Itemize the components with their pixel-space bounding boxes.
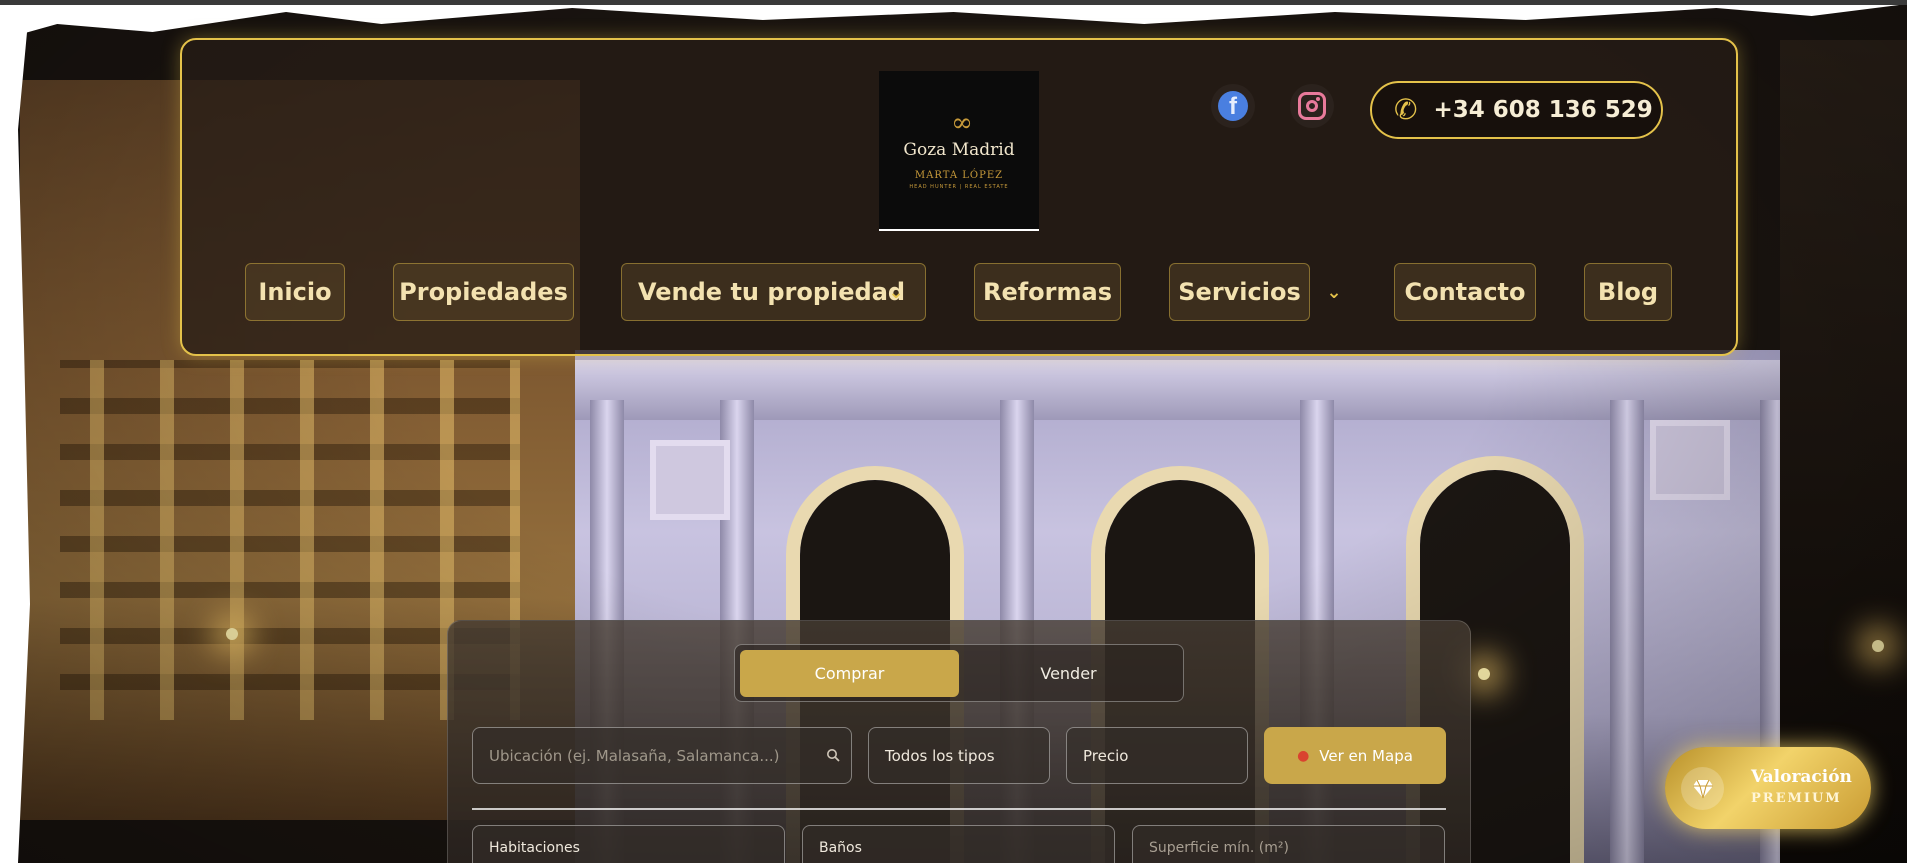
facebook-link[interactable]: f <box>1211 84 1255 128</box>
logo-title: Goza Madrid <box>903 140 1015 160</box>
logo-infinity-symbol: ∞ <box>951 108 973 138</box>
tab-vender[interactable]: Vender <box>959 650 1178 697</box>
property-type-select[interactable]: Todos los tipos <box>868 727 1050 784</box>
rooms-select[interactable]: Habitaciones <box>472 825 785 863</box>
logo-tagline: HEAD HUNTER | REAL ESTATE <box>909 184 1009 190</box>
search-icon <box>827 749 840 762</box>
phone-button[interactable]: ✆ +34 608 136 529 <box>1370 81 1663 139</box>
instagram-icon <box>1298 92 1326 120</box>
nav-reformas[interactable]: Reformas <box>974 263 1121 321</box>
chevron-down-icon[interactable]: ⌄ <box>1324 282 1344 303</box>
min-area-input[interactable]: Superficie mín. (m²) <box>1132 825 1445 863</box>
facebook-icon: f <box>1218 91 1248 121</box>
search-divider <box>472 808 1446 810</box>
premium-valuation-button[interactable]: Valoración PREMIUM <box>1665 747 1871 829</box>
baths-select[interactable]: Baños <box>802 825 1115 863</box>
phone-icon: ✆ <box>1394 93 1418 126</box>
nav-servicios[interactable]: Servicios <box>1169 263 1310 321</box>
location-search-input[interactable]: Ubicación (ej. Malasaña, Salamanca...) <box>472 727 852 784</box>
logo-subtitle: MARTA LÓPEZ <box>914 170 1004 181</box>
premium-subtitle: PREMIUM <box>1751 791 1842 806</box>
nav-vende-tu-propiedad[interactable]: Vende tu propiedad <box>621 263 926 321</box>
view-map-button[interactable]: ● Ver en Mapa <box>1264 727 1446 784</box>
premium-title: Valoración <box>1751 767 1852 787</box>
instagram-link[interactable] <box>1290 84 1334 128</box>
phone-number: +34 608 136 529 <box>1433 97 1653 123</box>
tab-comprar[interactable]: Comprar <box>740 650 959 697</box>
diamond-icon <box>1681 767 1724 810</box>
nav-vende-label: Vende tu propiedad <box>638 278 906 306</box>
nav-contacto[interactable]: Contacto <box>1394 263 1536 321</box>
site-logo[interactable]: ∞ Goza Madrid MARTA LÓPEZ HEAD HUNTER | … <box>879 71 1039 231</box>
nav-blog[interactable]: Blog <box>1584 263 1672 321</box>
price-select[interactable]: Precio <box>1066 727 1248 784</box>
nav-propiedades[interactable]: Propiedades <box>393 263 574 321</box>
nav-inicio[interactable]: Inicio <box>245 263 345 321</box>
map-pin-icon: ● <box>1297 747 1310 764</box>
window-top-bar <box>0 0 1907 5</box>
chevron-down-icon[interactable]: ⌄ <box>886 282 906 303</box>
view-map-label: Ver en Mapa <box>1319 746 1413 765</box>
